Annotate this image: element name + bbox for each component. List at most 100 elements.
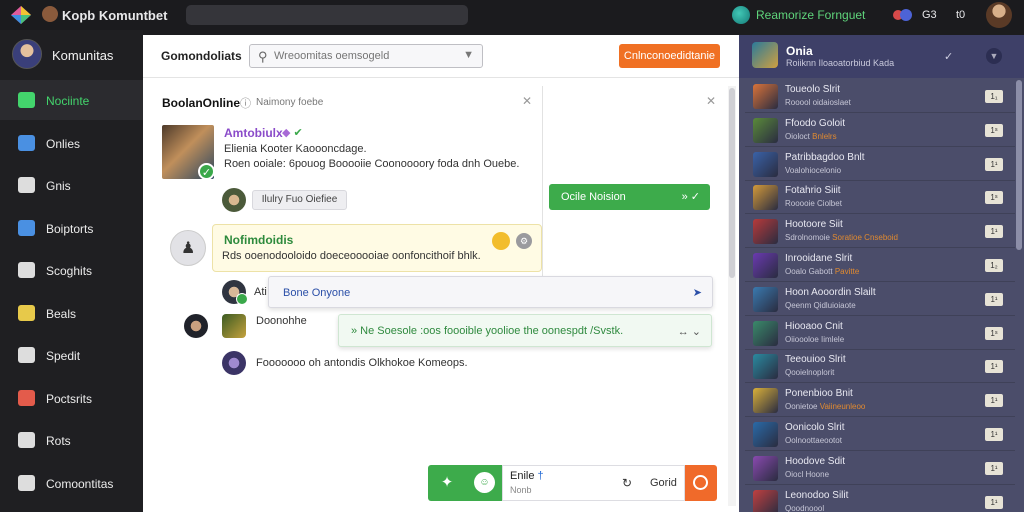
post-subtitle: Elienia Kooter Kaoooncdage. xyxy=(224,143,367,155)
search-input[interactable] xyxy=(274,48,454,64)
sidebar-item[interactable]: Rots xyxy=(0,420,143,460)
count-badge[interactable]: 1ˢ xyxy=(985,123,1003,137)
game-thumbnail xyxy=(753,151,778,177)
game-thumbnail[interactable] xyxy=(222,314,246,338)
right-panel-header xyxy=(739,35,1024,78)
user-avatar[interactable] xyxy=(986,2,1012,28)
sidebar-item[interactable]: Nociinte xyxy=(0,80,143,120)
game-thumbnail xyxy=(753,489,778,512)
verified-badge-icon: ✔ xyxy=(293,127,303,139)
record-button[interactable] xyxy=(685,465,717,501)
list-item[interactable]: Hootoore Siit Sdrolnomoie Soratioe Cnsebo… xyxy=(745,215,1015,249)
list-item[interactable]: Ponenbioo Bnit Oonietoe Vaiineunleoo 1¹ xyxy=(745,384,1015,418)
list-item[interactable]: Ffoodo Goloit Oioloct Bnlelrs 1ˢ xyxy=(745,114,1015,147)
count-badge[interactable]: 1¹ xyxy=(985,292,1003,306)
sidebar-item[interactable]: Poctsrits xyxy=(0,378,143,418)
primary-action-button[interactable]: Cnlnconoedidtanie xyxy=(619,44,720,68)
count-badge[interactable]: 1ˢ xyxy=(985,191,1003,205)
caption-toggle[interactable]: t0 xyxy=(956,9,965,21)
sidebar-item[interactable]: Spedit xyxy=(0,335,143,375)
list-item[interactable]: Toueolo Slrit Rooool oidaioslaet 1₁ xyxy=(745,80,1015,113)
status-text: Reamorize Fornguet xyxy=(756,8,866,22)
list-item-title: Hiooaoo Cnit xyxy=(785,320,843,332)
sidebar-item[interactable]: Onlies xyxy=(0,123,143,163)
avatar[interactable] xyxy=(184,314,208,338)
sidebar-item[interactable]: Scoghits xyxy=(0,250,143,290)
anonymous-avatar[interactable]: ♟ xyxy=(170,230,206,266)
expand-icon[interactable]: ↔ ⌄ xyxy=(678,325,701,338)
count-badge[interactable]: 1¹ xyxy=(985,360,1003,374)
sidebar-item-label: Comoontitas xyxy=(46,476,114,491)
highlight-text: Rds ooenodooloido doeceooooiae oonfoncit… xyxy=(222,250,481,262)
count-badge[interactable]: 1¹ xyxy=(985,495,1003,509)
record-icon xyxy=(693,475,708,490)
more-options-icon[interactable]: ⚙ xyxy=(516,233,532,249)
info-icon[interactable]: ⓘ xyxy=(240,95,251,111)
count-badge[interactable]: 1¹ xyxy=(985,394,1003,408)
avatar[interactable] xyxy=(222,188,246,212)
list-item-sub: Voalohiocelonio xyxy=(785,165,842,175)
global-search-bar[interactable] xyxy=(186,5,468,25)
list-item[interactable]: Hoodove Sdit Oiocl Hoone 1¹ xyxy=(745,452,1015,485)
list-item[interactable]: Patribbagdoo Bnlt Voalohiocelonio 1¹ xyxy=(745,148,1015,181)
sidebar-item-label: Scoghits xyxy=(46,264,93,278)
emoji-button[interactable]: ☺ xyxy=(466,465,502,501)
count-badge[interactable]: 1¹ xyxy=(985,461,1003,475)
globe-icon[interactable] xyxy=(732,6,750,24)
refresh-icon[interactable]: ↻ xyxy=(622,476,632,490)
popup-card[interactable]: Bone Onyone ➤ xyxy=(268,276,713,308)
right-panel-scrollbar[interactable] xyxy=(1016,80,1022,250)
list-item-sub: Ooalo Gabott xyxy=(785,267,833,276)
message-author-name[interactable]: Doonohhe xyxy=(256,315,307,327)
list-item-extra: Pavitte xyxy=(834,267,860,276)
count-badge[interactable]: 1₁ xyxy=(985,90,1003,103)
list-item-title: Hoodove Sdit xyxy=(785,455,846,467)
sidebar-item[interactable]: Boiptorts xyxy=(0,208,143,248)
search-box[interactable]: ⚲ ▼ xyxy=(249,44,483,68)
list-item-sub: Qooielnoplorit xyxy=(785,368,835,378)
list-item[interactable]: Fotahrio Siiit Rooooie Ciolbet 1ˢ xyxy=(745,181,1015,215)
post-author-name[interactable]: Amtobiulx xyxy=(224,126,283,140)
reaction-chip[interactable]: Ilulry Fuo Oiefiee xyxy=(252,190,347,210)
count-badge[interactable]: 1¹ xyxy=(985,157,1003,171)
game-thumbnail xyxy=(753,354,778,380)
list-item[interactable]: Oonicolo Slrit Oolnoottaeootot 1¹ xyxy=(745,418,1015,451)
grid-icon xyxy=(18,92,35,108)
settings-icon[interactable]: ▼ xyxy=(986,48,1002,64)
app-logo-icon[interactable] xyxy=(10,5,32,25)
list-item-subtitle: Oioloct Bnlelrs xyxy=(785,132,837,141)
list-item[interactable]: Inrooidane Slrit Ooalo Gabott Pavitte 1₂ xyxy=(745,249,1015,282)
send-label[interactable]: Gorid xyxy=(650,477,677,489)
count-badge[interactable]: 1ˢ xyxy=(985,326,1003,340)
count-badge[interactable]: 1₂ xyxy=(985,259,1003,272)
highlight-author-name[interactable]: Nofimdoidis xyxy=(224,233,293,247)
notification-icon[interactable] xyxy=(892,6,912,24)
sidebar-item[interactable]: Beals xyxy=(0,293,143,333)
count-badge[interactable]: 1¹ xyxy=(985,428,1003,441)
join-session-button[interactable]: Ocile Noision » ✓ xyxy=(549,184,710,210)
suggestion-card[interactable]: » Ne Soesole :oos foooible yoolioe the o… xyxy=(338,314,712,347)
sidebar-item[interactable]: Comoontitas xyxy=(0,463,143,503)
chevron-down-icon[interactable]: ✓ xyxy=(944,50,953,63)
list-item[interactable]: Hoon Aooordin Slailt Qeenm Qidluioiaote 1¹ xyxy=(745,283,1015,316)
count-badge[interactable]: 1¹ xyxy=(985,225,1003,239)
avatar[interactable] xyxy=(222,351,246,375)
chat-scrollbar-thumb[interactable] xyxy=(729,88,735,278)
list-item[interactable]: Teeouioo Slrit Qooielnoplorit 1¹ xyxy=(745,350,1015,384)
pin-icon[interactable]: ➤ xyxy=(693,286,702,299)
close-icon[interactable]: ✕ xyxy=(706,94,716,108)
filter-icon[interactable]: ▼ xyxy=(463,49,474,61)
group-avatar[interactable] xyxy=(752,42,778,68)
close-icon[interactable]: ✕ xyxy=(522,94,532,108)
sidebar-item[interactable]: Gnis xyxy=(0,165,143,205)
list-item-subtitle: Qoodnoool xyxy=(785,504,824,512)
list-item[interactable]: Leonodoo Silit Qoodnoool 1¹ xyxy=(745,486,1015,512)
language-selector[interactable]: G3 xyxy=(922,9,937,21)
shield-badge-icon: ◆ xyxy=(282,127,291,139)
emoji-reaction-icon[interactable] xyxy=(492,232,510,250)
sidebar-item-label: Rots xyxy=(46,434,71,448)
game-thumbnail xyxy=(753,455,778,481)
pin-button[interactable]: ✦ xyxy=(428,465,466,501)
community-avatar[interactable] xyxy=(12,39,42,69)
list-item[interactable]: Hiooaoo Cnit Oiioooloe Iimlele 1ˢ xyxy=(745,317,1015,350)
